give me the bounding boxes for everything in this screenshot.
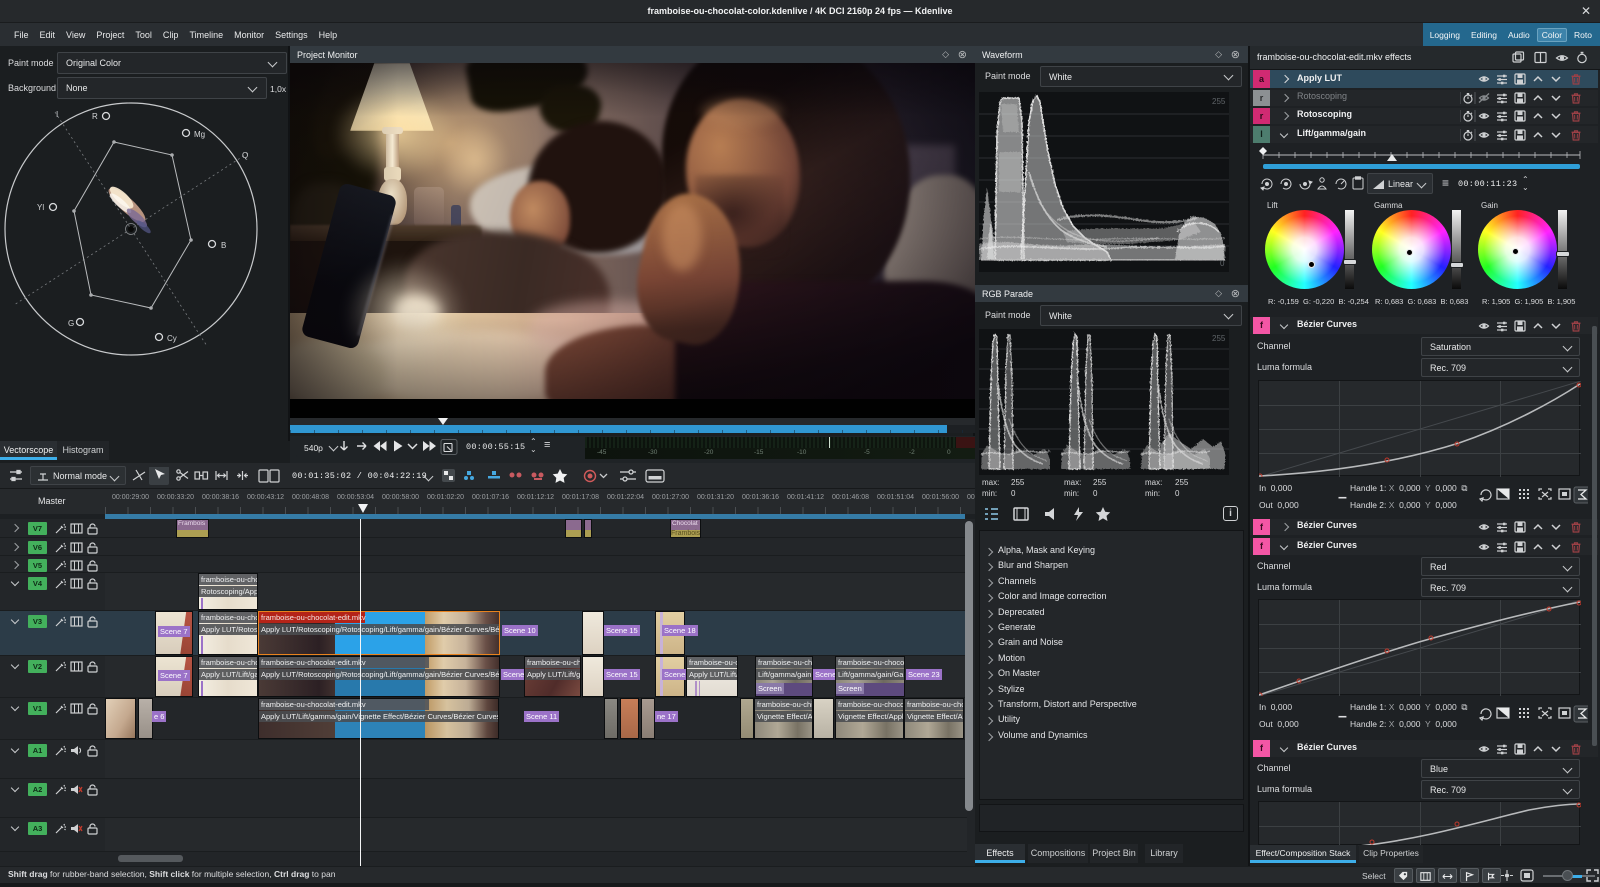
svg-text:0: 0 [1220, 259, 1225, 268]
svg-text:Yl: Yl [37, 203, 44, 212]
svg-text:255: 255 [1212, 97, 1226, 106]
svg-text:Cy: Cy [167, 334, 177, 343]
svg-text:G: G [68, 319, 74, 328]
svg-text:I: I [56, 110, 58, 119]
svg-text:Mg: Mg [194, 130, 205, 139]
svg-text:Q: Q [242, 151, 248, 160]
svg-text:B: B [221, 241, 226, 250]
svg-text:R: R [92, 112, 98, 121]
svg-text:255: 255 [1212, 334, 1226, 343]
